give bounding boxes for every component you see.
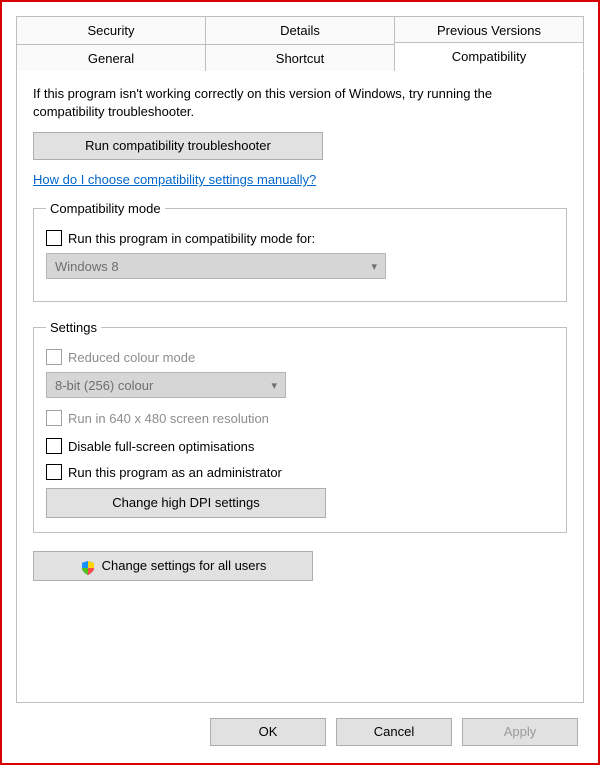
tab-general[interactable]: General: [16, 44, 206, 72]
disable-fullscreen-checkbox[interactable]: [46, 438, 62, 454]
run-admin-label: Run this program as an administrator: [68, 465, 282, 480]
tab-compatibility[interactable]: Compatibility: [395, 42, 584, 72]
compatibility-panel: If this program isn't working correctly …: [16, 71, 584, 703]
help-link[interactable]: How do I choose compatibility settings m…: [33, 172, 316, 187]
run-admin-checkbox[interactable]: [46, 464, 62, 480]
tab-security[interactable]: Security: [16, 16, 206, 44]
cancel-button[interactable]: Cancel: [336, 718, 452, 746]
compat-mode-label: Run this program in compatibility mode f…: [68, 231, 315, 246]
settings-group: Settings Reduced colour mode 8-bit (256)…: [33, 320, 567, 533]
compat-mode-dropdown-value: Windows 8: [55, 259, 119, 274]
ok-button[interactable]: OK: [210, 718, 326, 746]
tab-previous-versions[interactable]: Previous Versions: [395, 16, 584, 44]
colour-dropdown: 8-bit (256) colour ▾: [46, 372, 286, 398]
compat-mode-checkbox[interactable]: [46, 230, 62, 246]
disable-fullscreen-label: Disable full-screen optimisations: [68, 439, 254, 454]
tab-details[interactable]: Details: [206, 16, 395, 44]
compatibility-mode-group: Compatibility mode Run this program in c…: [33, 201, 567, 302]
compat-mode-dropdown[interactable]: Windows 8 ▾: [46, 253, 386, 279]
apply-button[interactable]: Apply: [462, 718, 578, 746]
compatibility-mode-legend: Compatibility mode: [46, 201, 165, 216]
high-dpi-button[interactable]: Change high DPI settings: [46, 488, 326, 518]
low-res-checkbox: [46, 410, 62, 426]
tab-strip: Security Details Previous Versions Gener…: [16, 16, 584, 72]
colour-dropdown-value: 8-bit (256) colour: [55, 378, 153, 393]
low-res-label: Run in 640 x 480 screen resolution: [68, 411, 269, 426]
shield-icon: [80, 558, 96, 574]
change-all-users-button[interactable]: Change settings for all users: [33, 551, 313, 581]
change-all-users-label: Change settings for all users: [102, 552, 267, 580]
chevron-down-icon: ▾: [371, 260, 377, 273]
reduced-colour-label: Reduced colour mode: [68, 350, 195, 365]
dialog-button-bar: OK Cancel Apply: [2, 715, 598, 763]
properties-dialog: Security Details Previous Versions Gener…: [0, 0, 600, 765]
settings-legend: Settings: [46, 320, 101, 335]
intro-text: If this program isn't working correctly …: [33, 85, 567, 120]
tab-shortcut[interactable]: Shortcut: [206, 44, 395, 72]
chevron-down-icon: ▾: [271, 379, 277, 392]
run-troubleshooter-button[interactable]: Run compatibility troubleshooter: [33, 132, 323, 160]
reduced-colour-checkbox: [46, 349, 62, 365]
